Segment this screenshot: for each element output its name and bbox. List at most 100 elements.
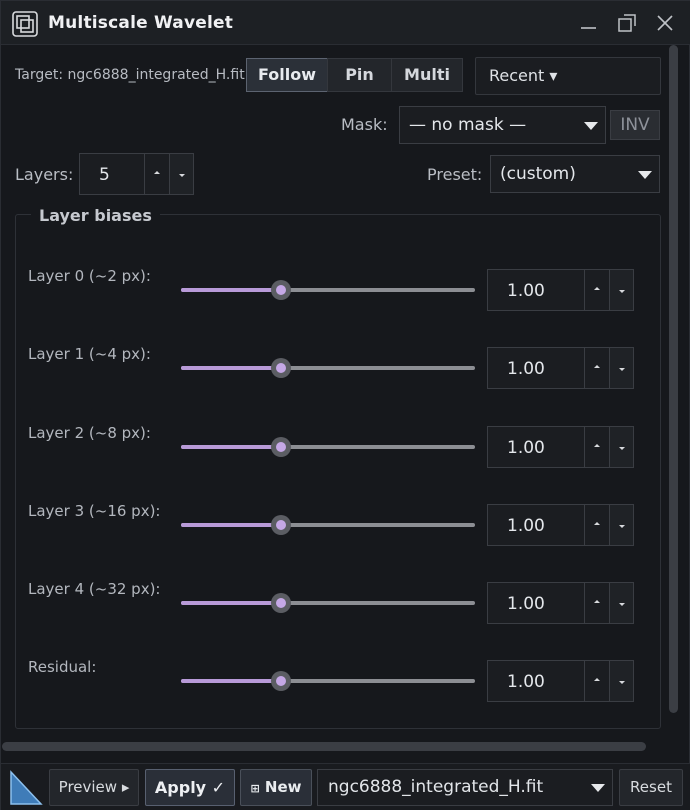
slider-handle[interactable]	[271, 280, 291, 300]
preset-select-value: (custom)	[500, 164, 576, 184]
vertical-scrollbar[interactable]	[668, 45, 680, 713]
bias-decrement[interactable]	[609, 505, 633, 545]
arrow-down-icon	[619, 447, 625, 450]
close-icon[interactable]	[653, 11, 677, 35]
scrollbar-thumb[interactable]	[2, 742, 646, 751]
layers-spinbox[interactable]: 5	[79, 153, 194, 195]
slider-handle[interactable]	[271, 593, 291, 613]
bias-row-label: Layer 2 (~8 px):	[28, 424, 151, 442]
chevron-down-icon	[584, 122, 598, 130]
bias-value: 1.00	[507, 594, 545, 614]
bias-value: 1.00	[507, 281, 545, 301]
slider-handle[interactable]	[271, 671, 291, 691]
bias-increment[interactable]	[584, 427, 608, 467]
bias-increment[interactable]	[584, 661, 608, 701]
pin-button[interactable]: Pin	[327, 58, 392, 92]
bias-increment[interactable]	[584, 505, 608, 545]
layer-biases-title: Layer biases	[31, 206, 160, 225]
bias-decrement[interactable]	[609, 270, 633, 310]
apply-button[interactable]: Apply ✓	[145, 769, 235, 806]
layers-decrement[interactable]	[169, 154, 193, 194]
arrow-up-icon	[594, 600, 600, 603]
new-button[interactable]: ⊞ New	[240, 769, 312, 806]
arrow-down-icon	[619, 290, 625, 293]
bias-spinbox[interactable]: 1.00	[487, 504, 634, 546]
arrow-up-icon	[594, 522, 600, 525]
preset-label: Preset:	[427, 165, 483, 184]
slider-fill	[181, 601, 281, 605]
mask-label: Mask:	[341, 115, 388, 134]
bias-slider[interactable]	[181, 515, 475, 535]
slider-fill	[181, 288, 281, 292]
slider-fill	[181, 523, 281, 527]
slider-handle[interactable]	[271, 515, 291, 535]
arrow-down-icon	[619, 681, 625, 684]
bias-value: 1.00	[507, 359, 545, 379]
bias-increment[interactable]	[584, 583, 608, 623]
wavelet-app-icon	[12, 11, 38, 37]
restore-icon[interactable]	[615, 11, 639, 35]
minimize-icon[interactable]	[577, 11, 601, 35]
arrow-up-icon	[594, 365, 600, 368]
arrow-up-icon	[594, 444, 600, 447]
bias-value: 1.00	[507, 672, 545, 692]
bias-decrement[interactable]	[609, 348, 633, 388]
mask-invert-button[interactable]: INV	[610, 110, 660, 140]
bias-slider[interactable]	[181, 437, 475, 457]
target-file-select[interactable]: ngc6888_integrated_H.fit	[317, 769, 613, 806]
bias-slider[interactable]	[181, 358, 475, 378]
chevron-down-icon	[638, 171, 652, 179]
arrow-up-icon	[594, 678, 600, 681]
preset-select[interactable]: (custom)	[490, 155, 660, 193]
title-bar[interactable]: Multiscale Wavelet	[1, 1, 690, 45]
bias-row-label: Layer 0 (~2 px):	[28, 267, 151, 285]
new-button-label: New	[264, 778, 302, 796]
layers-label: Layers:	[15, 165, 74, 184]
target-label: Target: ngc6888_integrated_H.fit	[15, 67, 245, 83]
layers-increment[interactable]	[144, 154, 168, 194]
bottom-bar: Preview ▸ Apply ✓ ⊞ New ngc6888_integrat…	[1, 763, 690, 810]
bias-row-label: Layer 3 (~16 px):	[28, 502, 161, 520]
resize-grip-icon[interactable]	[9, 770, 43, 806]
arrow-up-icon	[594, 287, 600, 290]
bias-row-label: Layer 4 (~32 px):	[28, 580, 161, 598]
recent-dropdown[interactable]: Recent ▾	[475, 57, 661, 95]
slider-fill	[181, 679, 281, 683]
bias-decrement[interactable]	[609, 661, 633, 701]
arrow-down-icon	[179, 174, 185, 177]
bias-spinbox[interactable]: 1.00	[487, 582, 634, 624]
bias-slider[interactable]	[181, 593, 475, 613]
layers-value: 5	[99, 165, 110, 185]
new-window-icon: ⊞	[250, 782, 260, 795]
slider-handle[interactable]	[271, 358, 291, 378]
scrollbar-thumb[interactable]	[669, 45, 678, 713]
slider-handle[interactable]	[271, 437, 291, 457]
mask-select[interactable]: — no mask —	[399, 106, 606, 144]
bias-spinbox[interactable]: 1.00	[487, 426, 634, 468]
chevron-down-icon	[591, 784, 605, 792]
preview-button[interactable]: Preview ▸	[49, 769, 139, 806]
target-file-value: ngc6888_integrated_H.fit	[328, 777, 544, 797]
bias-spinbox[interactable]: 1.00	[487, 660, 634, 702]
bias-decrement[interactable]	[609, 427, 633, 467]
bias-decrement[interactable]	[609, 583, 633, 623]
bias-increment[interactable]	[584, 270, 608, 310]
arrow-up-icon	[154, 171, 160, 174]
bias-spinbox[interactable]: 1.00	[487, 347, 634, 389]
bias-row-label: Residual:	[28, 658, 97, 676]
arrow-down-icon	[619, 368, 625, 371]
slider-fill	[181, 445, 281, 449]
multi-button[interactable]: Multi	[391, 58, 463, 92]
bias-increment[interactable]	[584, 348, 608, 388]
bias-slider[interactable]	[181, 280, 475, 300]
horizontal-scrollbar[interactable]	[2, 740, 662, 752]
multiscale-wavelet-window: Multiscale Wavelet Target: ngc6888_integ…	[0, 0, 690, 810]
mask-select-value: — no mask —	[409, 115, 527, 135]
bias-spinbox[interactable]: 1.00	[487, 269, 634, 311]
arrow-down-icon	[619, 525, 625, 528]
bias-value: 1.00	[507, 516, 545, 536]
reset-button[interactable]: Reset	[619, 769, 683, 806]
bias-slider[interactable]	[181, 671, 475, 691]
arrow-down-icon	[619, 603, 625, 606]
follow-button[interactable]: Follow	[246, 58, 328, 92]
